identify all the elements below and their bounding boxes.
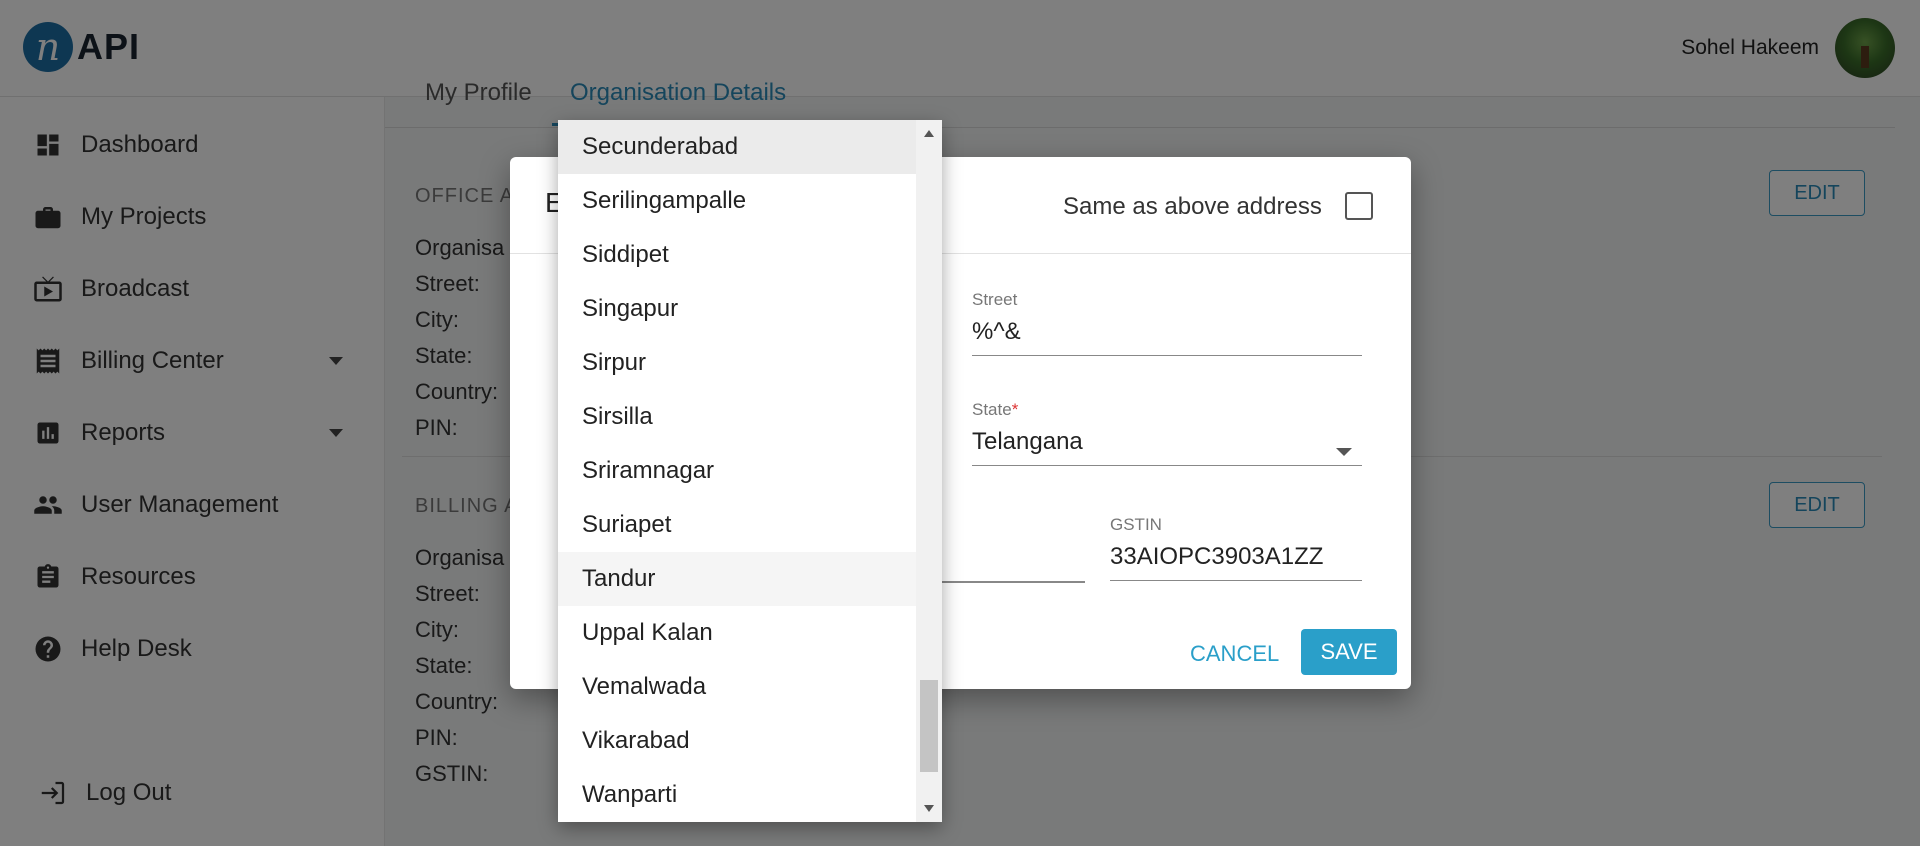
street-input[interactable]: %^& bbox=[972, 318, 1362, 356]
street-field[interactable]: Street %^& bbox=[972, 290, 1362, 356]
chevron-down-icon[interactable] bbox=[1336, 448, 1352, 456]
state-value[interactable]: Telangana bbox=[972, 428, 1362, 466]
required-mark: * bbox=[1011, 400, 1019, 419]
dropdown-option[interactable]: Sriramnagar bbox=[558, 444, 916, 498]
scrollbar-thumb[interactable] bbox=[920, 680, 938, 772]
city-dropdown-listbox[interactable]: Secunderabad Serilingampalle Siddipet Si… bbox=[558, 120, 942, 822]
dropdown-option[interactable]: Vikarabad bbox=[558, 714, 916, 768]
scroll-down-arrow-icon[interactable] bbox=[924, 805, 934, 812]
same-as-above-label: Same as above address bbox=[1063, 193, 1322, 220]
dropdown-option[interactable]: Vemalwada bbox=[558, 660, 916, 714]
gstin-label: GSTIN bbox=[1110, 515, 1162, 534]
gstin-input[interactable]: 33AIOPC3903A1ZZ bbox=[1110, 543, 1362, 581]
dropdown-option[interactable]: Sirpur bbox=[558, 336, 916, 390]
gstin-field[interactable]: GSTIN 33AIOPC3903A1ZZ bbox=[1110, 515, 1362, 581]
save-button[interactable]: SAVE bbox=[1301, 629, 1397, 675]
dropdown-option[interactable]: Siddipet bbox=[558, 228, 916, 282]
listbox-scrollbar[interactable] bbox=[916, 120, 942, 822]
state-select[interactable]: State* Telangana bbox=[972, 400, 1362, 466]
cancel-button[interactable]: CANCEL bbox=[1190, 641, 1279, 667]
dropdown-option[interactable]: Singapur bbox=[558, 282, 916, 336]
dropdown-option[interactable]: Sirsilla bbox=[558, 390, 916, 444]
scroll-up-arrow-icon[interactable] bbox=[924, 130, 934, 137]
state-label: State* bbox=[972, 400, 1362, 420]
dropdown-option[interactable]: Wanparti bbox=[558, 768, 916, 822]
dropdown-option[interactable]: Secunderabad bbox=[558, 120, 916, 174]
same-as-above-checkbox[interactable] bbox=[1345, 192, 1373, 220]
state-label-text: State bbox=[972, 400, 1012, 419]
street-label: Street bbox=[972, 290, 1018, 309]
dropdown-option[interactable]: Uppal Kalan bbox=[558, 606, 916, 660]
dropdown-option[interactable]: Suriapet bbox=[558, 498, 916, 552]
dropdown-option[interactable]: Serilingampalle bbox=[558, 174, 916, 228]
dropdown-option[interactable]: Tandur bbox=[558, 552, 916, 606]
